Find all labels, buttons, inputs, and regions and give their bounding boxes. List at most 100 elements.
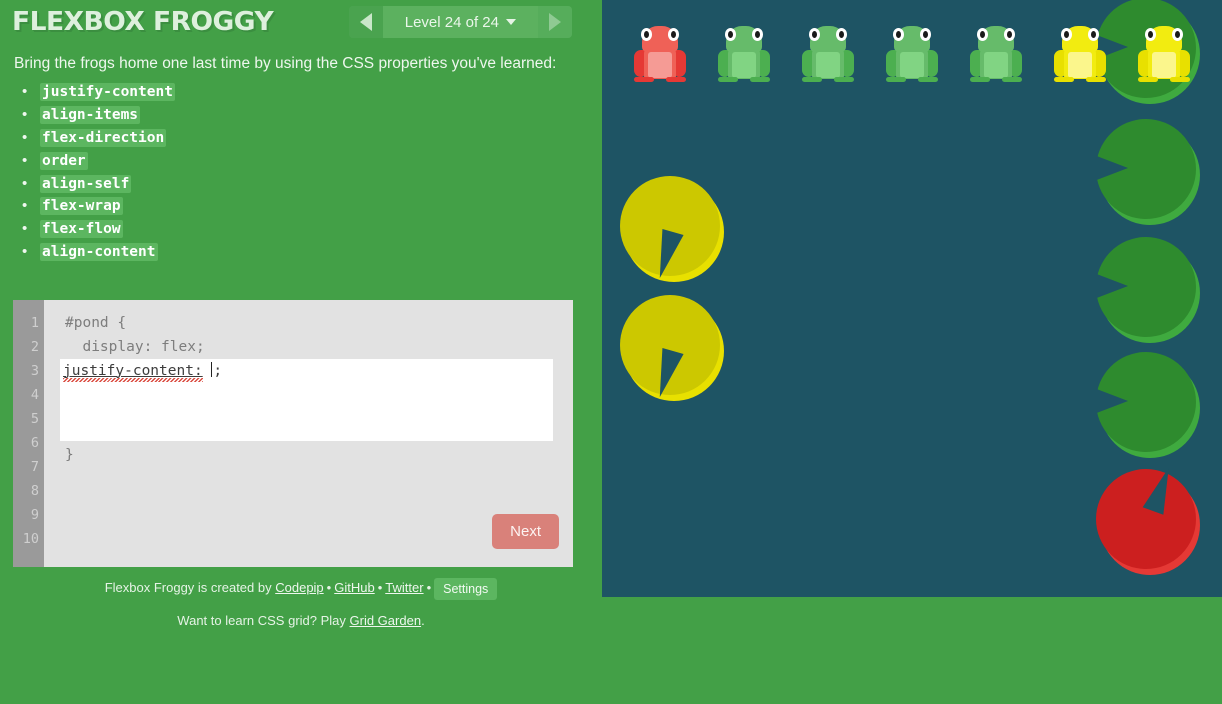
next-level-button[interactable] — [538, 6, 572, 38]
frog-left-foot — [718, 77, 738, 82]
settings-button[interactable]: Settings — [434, 577, 498, 600]
credit-prefix: Flexbox Froggy is created by — [104, 580, 272, 595]
footer: Flexbox Froggy is created by Codepip • Git… — [0, 575, 602, 628]
grid-prefix: Want to learn CSS grid? Play — [177, 613, 346, 628]
frog-left-foot — [634, 77, 654, 82]
line-number: 10 — [22, 531, 39, 547]
line-number: 8 — [30, 483, 39, 499]
frog-left-eye — [893, 28, 904, 41]
line-number: 2 — [30, 339, 39, 355]
frog-right-eye — [668, 28, 679, 41]
level-selector[interactable]: Level 24 of 24 — [348, 6, 572, 38]
frog-green-1 — [718, 26, 770, 84]
line-number-gutter: 1 2 3 4 5 6 7 8 9 10 — [13, 300, 44, 567]
property-name: order — [40, 151, 88, 170]
frog-right-arm — [759, 50, 770, 77]
lilypad-notch — [1094, 155, 1128, 181]
line-number: 5 — [30, 411, 39, 427]
list-item: flex-direction — [22, 127, 588, 150]
frog-left-pupil — [728, 31, 733, 38]
css-code-input[interactable]: justify-content: ; — [60, 359, 553, 441]
property-name: flex-flow — [40, 220, 123, 239]
frog-right-pupil — [1091, 31, 1096, 38]
frog-belly — [732, 52, 756, 78]
misspelled-token: justify-content: — [63, 363, 203, 379]
next-button[interactable]: Next — [492, 514, 559, 549]
property-name: align-self — [40, 174, 132, 193]
code-editor[interactable]: 1 2 3 4 5 6 7 8 9 10 #pond { display: fl… — [13, 300, 573, 567]
line-number: 1 — [30, 315, 39, 331]
frog-left-foot — [802, 77, 822, 82]
lilypad-green-2 — [1094, 119, 1200, 225]
grid-garden-link[interactable]: Grid Garden — [350, 613, 422, 628]
property-name: align-items — [40, 105, 141, 124]
frog-belly — [900, 52, 924, 78]
frog-left-pupil — [1064, 31, 1069, 38]
frog-left-foot — [1054, 77, 1074, 82]
frog-left-eye — [641, 28, 652, 41]
frog-right-arm — [843, 50, 854, 77]
code-line-closing-brace: } — [65, 447, 74, 463]
frog-right-arm — [675, 50, 686, 77]
frog-left-eye — [977, 28, 988, 41]
frog-right-foot — [1170, 77, 1190, 82]
frog-right-foot — [1002, 77, 1022, 82]
triangle-right-icon — [549, 13, 561, 31]
lilypad-green-4 — [1094, 352, 1200, 458]
grid-suffix: . — [421, 613, 425, 628]
frog-right-arm — [927, 50, 938, 77]
property-list: justify-content align-items flex-directi… — [14, 81, 588, 264]
level-dropdown[interactable]: Level 24 of 24 — [382, 6, 538, 38]
frog-right-eye — [1004, 28, 1015, 41]
frog-left-pupil — [644, 31, 649, 38]
left-panel: FLEXBOX FROGGY Level 24 of 24 Bring the … — [0, 0, 602, 704]
lilypad-yellow-1 — [620, 176, 724, 282]
line-number: 7 — [30, 459, 39, 475]
frog-right-foot — [1086, 77, 1106, 82]
lilypad-notch — [1094, 273, 1128, 299]
frog-green-4 — [970, 26, 1022, 84]
frog-right-foot — [666, 77, 686, 82]
code-area: #pond { display: flex; justify-content: … — [44, 300, 573, 567]
level-label: Level 24 of 24 — [404, 13, 499, 31]
instructions-panel: Bring the frogs home one last time by us… — [0, 48, 602, 264]
frog-right-arm — [1179, 50, 1190, 77]
frog-yellow-1 — [1054, 26, 1106, 84]
frog-left-eye — [1061, 28, 1072, 41]
lilypad-notch — [1094, 388, 1128, 414]
line-number: 6 — [30, 435, 39, 451]
frog-yellow-2 — [1138, 26, 1190, 84]
line-number: 9 — [30, 507, 39, 523]
property-name: flex-wrap — [40, 197, 123, 216]
list-item: align-content — [22, 241, 588, 264]
frog-right-pupil — [671, 31, 676, 38]
frog-left-pupil — [1148, 31, 1153, 38]
line-number: 3 — [30, 363, 39, 379]
github-link[interactable]: GitHub — [334, 580, 374, 595]
list-item: flex-wrap — [22, 195, 588, 218]
frog-left-foot — [886, 77, 906, 82]
lilypad-surface — [1096, 469, 1196, 569]
code-line-selector: #pond { — [65, 315, 127, 331]
frog-left-foot — [1138, 77, 1158, 82]
frog-belly — [984, 52, 1008, 78]
separator: • — [426, 580, 432, 595]
previous-level-button[interactable] — [348, 6, 383, 38]
frog-right-eye — [1172, 28, 1183, 41]
codepip-link[interactable]: Codepip — [275, 580, 323, 595]
frog-left-eye — [725, 28, 736, 41]
frog-left-eye — [1145, 28, 1156, 41]
triangle-left-icon — [359, 13, 372, 31]
frog-left-foot — [970, 77, 990, 82]
frog-green-2 — [802, 26, 854, 84]
frog-red-1 — [634, 26, 686, 84]
twitter-link[interactable]: Twitter — [385, 580, 423, 595]
frog-left-pupil — [896, 31, 901, 38]
input-space — [203, 363, 212, 379]
code-line-display: display: flex; — [65, 339, 205, 355]
frog-right-foot — [750, 77, 770, 82]
property-name: flex-direction — [40, 128, 167, 147]
frog-green-3 — [886, 26, 938, 84]
separator: • — [326, 580, 332, 595]
footer-grid-promo: Want to learn CSS grid? Play Grid Garden… — [0, 613, 602, 628]
